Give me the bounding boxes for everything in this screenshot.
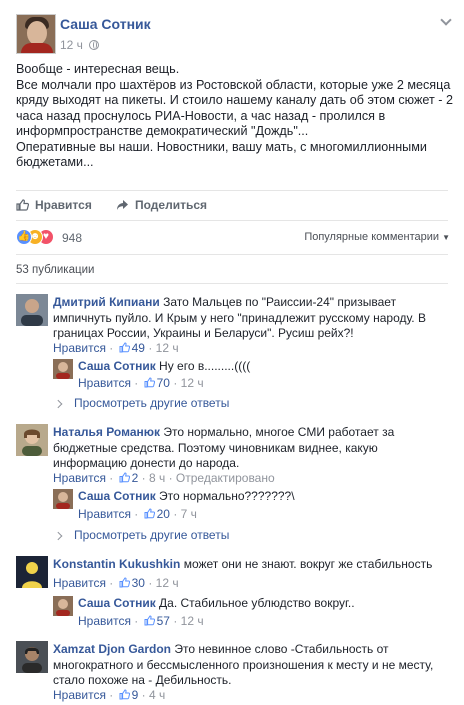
reply-time[interactable]: 7 ч: [181, 507, 197, 521]
like-icon: [144, 615, 155, 626]
author-name[interactable]: Саша Сотник: [60, 16, 151, 32]
comment-like-link[interactable]: Нравится: [53, 688, 106, 702]
globe-icon: [89, 40, 100, 50]
post-body: Вообще - интересная вещь. Все молчали пр…: [16, 62, 456, 171]
comment-meta: Нравится · 2 · 8 ч · Отредактировано: [53, 471, 275, 485]
like-icon: [144, 377, 155, 388]
commenter-name[interactable]: Konstantin Kukushkin: [53, 557, 180, 571]
view-more-replies[interactable]: Просмотреть другие ответы: [53, 528, 230, 542]
reply-author-name[interactable]: Саша Сотник: [78, 359, 156, 373]
like-label: Нравится: [35, 198, 92, 212]
divider: [16, 190, 448, 191]
comment-text: может они не знают. вокруг же стабильнос…: [183, 557, 433, 571]
post-paragraph: Вообще - интересная вещь.: [16, 62, 180, 76]
comment-like-link[interactable]: Нравится: [53, 576, 106, 590]
divider: [16, 254, 448, 255]
comment-avatar[interactable]: [16, 424, 48, 456]
view-more-replies-label: Просмотреть другие ответы: [74, 528, 230, 542]
comment: Наталья Романюк Это нормально, многое СМ…: [53, 425, 449, 472]
comment-meta: Нравится · 49 · 12 ч: [53, 341, 179, 355]
like-icon: [119, 689, 130, 700]
view-more-replies[interactable]: Просмотреть другие ответы: [53, 396, 230, 410]
facebook-post: Саша Сотник 12 ч Вообще - интересная вещ…: [0, 0, 464, 705]
like-reaction-icon: 👍: [16, 229, 32, 245]
comment-like-count[interactable]: 2: [132, 471, 139, 485]
divider: [16, 220, 448, 221]
comment: Xamzat Djon Gardon Это невинное слово -С…: [53, 642, 449, 689]
share-icon: [117, 200, 128, 210]
reply: Саша Сотник Это нормально???????\: [78, 489, 448, 505]
reply-time[interactable]: 12 ч: [181, 614, 204, 628]
reply-meta: Нравится · 70 · 12 ч: [78, 376, 204, 390]
reply-author-name[interactable]: Саша Сотник: [78, 596, 156, 610]
like-icon: [144, 508, 155, 519]
reply-avatar[interactable]: [53, 359, 73, 379]
divider: [16, 283, 448, 284]
comment-meta: Нравится · 9 · 4 ч: [53, 688, 166, 702]
reply-avatar[interactable]: [53, 489, 73, 509]
comment-sort-dropdown[interactable]: Популярные комментарии ▼: [304, 231, 450, 243]
comment-like-link[interactable]: Нравится: [53, 471, 106, 485]
comment-time[interactable]: 12 ч: [156, 341, 179, 355]
reply-time[interactable]: 12 ч: [181, 376, 204, 390]
caret-down-icon: ▼: [442, 233, 450, 242]
edited-label[interactable]: Отредактировано: [176, 471, 275, 485]
like-icon: [119, 577, 130, 588]
reply-like-link[interactable]: Нравится: [78, 376, 131, 390]
comment: Konstantin Kukushkin может они не знают.…: [53, 557, 449, 573]
reply-author-name[interactable]: Саша Сотник: [78, 489, 156, 503]
reply-text: Ну его в.........((((: [159, 359, 251, 373]
comment-time[interactable]: 12 ч: [156, 576, 179, 590]
like-button[interactable]: Нравится: [16, 198, 92, 212]
chevron-down-icon[interactable]: [440, 14, 452, 26]
like-icon: [119, 472, 130, 483]
comment-like-link[interactable]: Нравится: [53, 341, 106, 355]
reply-meta: Нравится · 57 · 12 ч: [78, 614, 204, 628]
post-paragraph: Все молчали про шахтёров из Ростовской о…: [16, 77, 453, 139]
reply-arrow-icon: [53, 399, 63, 409]
post-time-text[interactable]: 12 ч: [60, 38, 83, 52]
commenter-name[interactable]: Дмитрий Кипиани: [53, 295, 160, 309]
commenter-name[interactable]: Xamzat Djon Gardon: [53, 642, 171, 656]
share-button[interactable]: Поделиться: [116, 198, 207, 212]
reply-arrow-icon: [53, 531, 63, 541]
comment-meta: Нравится · 30 · 12 ч: [53, 576, 179, 590]
comment-like-count[interactable]: 9: [132, 688, 139, 702]
share-label: Поделиться: [135, 198, 208, 212]
view-more-replies-label: Просмотреть другие ответы: [74, 396, 230, 410]
comment-time[interactable]: 4 ч: [149, 688, 165, 702]
reply-text: Это нормально???????\: [159, 489, 295, 503]
like-icon: [119, 342, 130, 353]
comment-avatar[interactable]: [16, 294, 48, 326]
reply-avatar[interactable]: [53, 596, 73, 616]
reply-like-count[interactable]: 20: [157, 507, 170, 521]
reply: Саша Сотник Ну его в.........((((: [78, 359, 448, 375]
shares-count[interactable]: 53 публикации: [16, 264, 94, 276]
reply-like-count[interactable]: 70: [157, 376, 170, 390]
comment: Дмитрий Кипиани Зато Мальцев по "Раиссии…: [53, 295, 449, 342]
reply-like-link[interactable]: Нравится: [78, 507, 131, 521]
comment-avatar[interactable]: [16, 641, 48, 673]
like-icon: [16, 199, 29, 211]
reply-like-link[interactable]: Нравится: [78, 614, 131, 628]
reactions-count: 948: [62, 231, 83, 245]
comment-avatar[interactable]: [16, 556, 48, 588]
sort-label: Популярные комментарии: [304, 231, 440, 243]
post-paragraph: Оперативные вы наши. Новостники, вашу ма…: [16, 139, 427, 170]
author-avatar[interactable]: [16, 14, 56, 54]
reply-meta: Нравится · 20 · 7 ч: [78, 507, 197, 521]
comment-like-count[interactable]: 49: [132, 341, 145, 355]
comment-like-count[interactable]: 30: [132, 576, 145, 590]
post-timestamp[interactable]: 12 ч: [60, 38, 100, 52]
reply-text: Да. Стабильное ублюдство вокруг..: [159, 596, 355, 610]
reply: Саша Сотник Да. Стабильное ублюдство вок…: [78, 596, 448, 612]
comment-time[interactable]: 8 ч: [149, 471, 165, 485]
reply-like-count[interactable]: 57: [157, 614, 170, 628]
commenter-name[interactable]: Наталья Романюк: [53, 425, 160, 439]
